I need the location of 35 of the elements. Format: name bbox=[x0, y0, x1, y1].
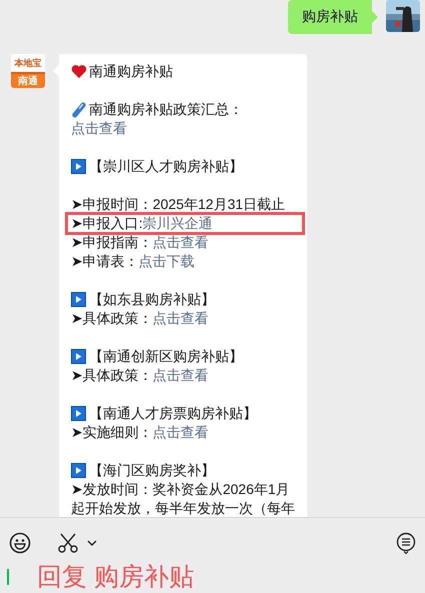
play-icon bbox=[71, 292, 86, 307]
message-text: ➤申报指南： bbox=[71, 233, 153, 252]
message-text: ➤申报时间：2025年12月31日截止 bbox=[71, 195, 286, 214]
message-link[interactable]: 点击查看 bbox=[71, 119, 127, 138]
play-icon bbox=[71, 159, 86, 174]
chevron-down-icon[interactable] bbox=[87, 540, 97, 546]
message-link[interactable]: 点击查看 bbox=[152, 423, 209, 442]
message-text: 【海门区购房奖补】 bbox=[89, 461, 215, 480]
message-link[interactable]: 点击下载 bbox=[138, 252, 195, 271]
message-text: ➤实施细则： bbox=[71, 423, 153, 442]
message-input-field[interactable]: 回复 购房补贴 bbox=[0, 554, 425, 593]
emoji-icon[interactable] bbox=[9, 532, 31, 554]
message-text: 南通购房补贴 bbox=[89, 62, 173, 81]
message-text: ➤发放时间：奖补资金从2026年1月起开始发放，每半年发放一次（每年 bbox=[71, 480, 295, 517]
message-link[interactable]: 崇川兴企通 bbox=[142, 214, 213, 233]
logo-text: 南通 bbox=[11, 74, 45, 88]
sent-message-bubble: 购房补贴 bbox=[288, 0, 378, 34]
play-icon bbox=[71, 463, 86, 478]
message-text: 【南通创新区购房补贴】 bbox=[89, 347, 243, 366]
play-icon bbox=[71, 406, 86, 421]
message-link[interactable]: 点击查看 bbox=[152, 233, 209, 252]
heart-icon bbox=[71, 64, 87, 79]
chat-history-icon[interactable] bbox=[396, 532, 416, 554]
message-text: 【如东县购房补贴】 bbox=[89, 290, 215, 309]
message-text: ➤申请表： bbox=[71, 252, 139, 271]
message-text: ➤申报入口: bbox=[71, 214, 143, 233]
message-text: 【南通人才房票购房补贴】 bbox=[89, 404, 257, 423]
scissors-icon[interactable] bbox=[57, 532, 79, 554]
play-icon bbox=[71, 349, 86, 364]
message-text: 【崇川区人才购房补贴】 bbox=[89, 157, 243, 176]
message-link[interactable]: 点击查看 bbox=[152, 309, 209, 328]
message-link[interactable]: 点击查看 bbox=[152, 366, 209, 385]
message-text: ➤具体政策： bbox=[71, 366, 153, 385]
message-text: 南通购房补贴政策汇总： bbox=[89, 100, 243, 119]
message-text: ➤具体政策： bbox=[71, 309, 153, 328]
